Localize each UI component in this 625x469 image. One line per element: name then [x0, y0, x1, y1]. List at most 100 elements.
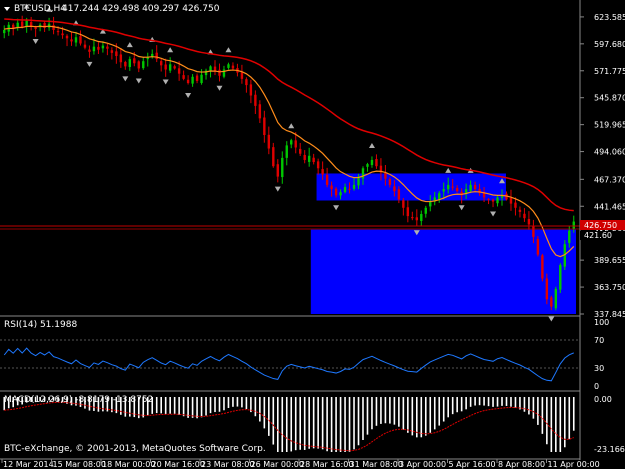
- candle-body: [173, 66, 176, 69]
- candle-body: [155, 52, 158, 60]
- candle-body: [97, 46, 100, 50]
- candle-body: [316, 161, 320, 169]
- candle-body: [272, 147, 275, 167]
- rsi-level-70-label: 70: [594, 336, 604, 345]
- candle-body: [285, 145, 288, 158]
- candle-body: [209, 66, 212, 71]
- candle-body: [249, 84, 253, 96]
- candle-body: [88, 49, 91, 52]
- chart-window[interactable]: BTCUSD,H4 417.244 429.498 409.297 426.75…: [0, 0, 625, 469]
- candle-body: [384, 172, 387, 179]
- price-tick-label: 363.750: [594, 283, 625, 292]
- candle-body: [303, 154, 306, 160]
- candle-body: [415, 217, 419, 221]
- time-tick-label: 8 Apr 08:00: [498, 460, 545, 469]
- candle-body: [438, 193, 441, 200]
- candle-body: [321, 169, 324, 175]
- candle-body: [222, 69, 226, 77]
- candle-body: [366, 164, 369, 167]
- candle-body: [348, 188, 351, 190]
- macd-min-label: -23.1661: [594, 445, 625, 454]
- candle-body: [186, 79, 190, 84]
- candle-body: [572, 221, 575, 230]
- macd-pane[interactable]: MACD(12,26,9) -8.8179 -13.8752 0.00 -23.…: [3, 395, 625, 454]
- candle-body: [523, 213, 526, 219]
- candle-body: [388, 179, 392, 185]
- candle-body: [541, 255, 544, 279]
- candle-body: [168, 64, 172, 71]
- price-tick-label: 441.465: [594, 202, 625, 211]
- candle-body: [536, 238, 540, 255]
- candle-body: [545, 278, 549, 300]
- price-tick-label: 467.370: [594, 175, 625, 184]
- candle-body: [554, 288, 558, 309]
- candle-body: [424, 207, 427, 214]
- macd-title: MACD(12,26,9) -8.8179 -13.8752: [4, 395, 153, 405]
- time-tick-label: 31 Mar 08:00: [350, 460, 403, 469]
- macd-zero-label: 0.00: [594, 395, 612, 404]
- candle-body: [16, 22, 19, 28]
- candle-body: [70, 39, 73, 42]
- candle-body: [115, 51, 118, 56]
- candle-body: [281, 157, 284, 178]
- candle-body: [429, 201, 432, 207]
- price-tick-label: 545.870: [594, 94, 625, 103]
- time-tick-label: 23 Mar 08:00: [201, 460, 254, 469]
- candle-body: [397, 189, 401, 200]
- candle-body: [294, 140, 297, 148]
- current-price-label: 426.750: [584, 221, 617, 230]
- candle-body: [240, 72, 244, 79]
- candle-body: [20, 21, 24, 27]
- candle-body: [128, 59, 132, 67]
- candle-body: [343, 186, 347, 193]
- candle-body: [496, 197, 499, 204]
- time-tick-label: 26 Mar 00:00: [251, 460, 304, 469]
- candle-body: [65, 35, 69, 39]
- candle-body: [455, 188, 459, 192]
- price-tick-label: 389.655: [594, 256, 625, 265]
- candle-body: [393, 186, 396, 192]
- candle-body: [411, 217, 414, 219]
- candle-body: [406, 207, 410, 217]
- time-tick-label: 3 Apr 00:00: [399, 460, 446, 469]
- candle-body: [514, 202, 517, 208]
- candle-body: [312, 157, 315, 163]
- title-bar[interactable]: BTCUSD,H4 417.244 429.498 409.297 426.75…: [4, 4, 220, 14]
- price-tick-label: 494.060: [594, 148, 625, 157]
- time-tick-label: 5 Apr 16:00: [449, 460, 496, 469]
- candle-body: [550, 297, 553, 307]
- time-axis[interactable]: 12 Mar 201415 Mar 08:0018 Mar 00:0020 Ma…: [0, 458, 600, 469]
- price-tick-label: 519.965: [594, 121, 625, 130]
- candle-body: [74, 37, 78, 43]
- supply-demand-zone: [310, 229, 576, 314]
- candle-body: [195, 75, 199, 81]
- price-axis[interactable]: 623.585 597.680 571.775 545.870 519.965 494.0…: [579, 0, 625, 460]
- candle-body: [106, 46, 109, 49]
- candle-body: [177, 68, 181, 74]
- candle-body: [52, 25, 55, 30]
- candle-body: [254, 94, 257, 106]
- price-pane[interactable]: BTCUSD,H4 417.244 429.498 409.297 426.75…: [0, 0, 580, 322]
- candle-body: [110, 50, 114, 53]
- candle-body: [527, 219, 531, 225]
- candle-body: [137, 61, 140, 69]
- candle-body: [442, 189, 445, 192]
- candle-body: [182, 75, 185, 79]
- candle-body: [159, 61, 163, 66]
- candle-body: [446, 184, 450, 190]
- candle-body: [92, 46, 96, 52]
- candle-body: [290, 140, 293, 145]
- candle-body: [402, 200, 405, 208]
- candle-body: [276, 164, 279, 177]
- candle-body: [231, 65, 235, 69]
- price-ticks: 623.585 597.680 571.775 545.870 519.965 494.0…: [580, 13, 625, 319]
- candle-body: [307, 155, 311, 162]
- candle-body: [339, 192, 342, 196]
- candle-body: [29, 22, 33, 26]
- chart-title: BTCUSD,H4: [14, 4, 66, 14]
- candle-body: [164, 64, 167, 70]
- candle-body: [330, 185, 333, 190]
- rsi-pane[interactable]: RSI(14) 51.1988 100 70 30 0: [0, 318, 609, 391]
- ohlc-readout: 417.244 429.498 409.297 426.750: [62, 4, 220, 14]
- candle-body: [119, 54, 123, 63]
